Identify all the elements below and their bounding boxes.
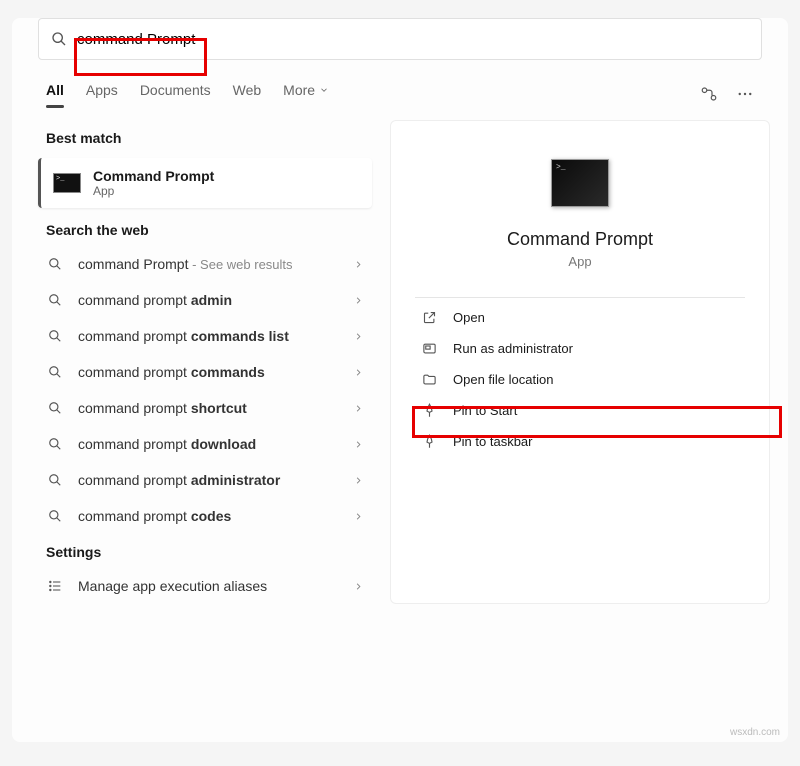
results-panel: Best match Command Prompt App Search the… bbox=[30, 120, 380, 604]
more-options-icon[interactable] bbox=[736, 85, 754, 103]
chevron-right-icon bbox=[353, 403, 364, 414]
chevron-right-icon bbox=[353, 475, 364, 486]
best-match-title: Command Prompt bbox=[93, 168, 214, 184]
tab-documents[interactable]: Documents bbox=[140, 82, 211, 106]
search-icon bbox=[46, 257, 64, 271]
action-label: Pin to Start bbox=[453, 403, 517, 418]
web-result[interactable]: command prompt download bbox=[30, 426, 380, 462]
best-match-subtitle: App bbox=[93, 184, 214, 198]
tab-more-label: More bbox=[283, 82, 315, 98]
web-result[interactable]: command Prompt - See web results bbox=[30, 246, 380, 282]
watermark: wsxdn.com bbox=[730, 727, 780, 738]
web-result[interactable]: command prompt shortcut bbox=[30, 390, 380, 426]
open-icon bbox=[419, 310, 439, 325]
shield-icon bbox=[419, 341, 439, 356]
web-result-text: command prompt commands list bbox=[78, 328, 345, 344]
chevron-down-icon bbox=[319, 85, 329, 95]
search-bar[interactable] bbox=[38, 18, 762, 60]
web-result-text: command prompt shortcut bbox=[78, 400, 345, 416]
search-input[interactable] bbox=[77, 31, 749, 48]
tabs-row: All Apps Documents Web More bbox=[12, 60, 788, 106]
preview-icon-wrap bbox=[411, 141, 749, 213]
web-result-text: command prompt admin bbox=[78, 292, 345, 308]
action-label: Pin to taskbar bbox=[453, 434, 533, 449]
search-icon bbox=[46, 473, 64, 487]
search-icon bbox=[46, 293, 64, 307]
action-run-as-admin[interactable]: Run as administrator bbox=[411, 333, 749, 364]
search-icon bbox=[46, 509, 64, 523]
action-open[interactable]: Open bbox=[411, 302, 749, 333]
web-result[interactable]: command prompt administrator bbox=[30, 462, 380, 498]
chevron-right-icon bbox=[353, 511, 364, 522]
settings-list-icon bbox=[46, 578, 64, 594]
search-icon bbox=[46, 365, 64, 379]
tab-more[interactable]: More bbox=[283, 82, 329, 106]
chevron-right-icon bbox=[353, 439, 364, 450]
chevron-right-icon bbox=[353, 295, 364, 306]
command-prompt-large-icon bbox=[551, 159, 609, 207]
action-label: Open file location bbox=[453, 372, 553, 387]
folder-icon bbox=[419, 372, 439, 387]
action-label: Run as administrator bbox=[453, 341, 573, 356]
preview-panel: Command Prompt App Open Run as administr… bbox=[390, 120, 770, 604]
web-result-text: command prompt commands bbox=[78, 364, 345, 380]
best-match-item[interactable]: Command Prompt App bbox=[38, 158, 372, 208]
chevron-right-icon bbox=[353, 331, 364, 342]
action-pin-taskbar[interactable]: Pin to taskbar bbox=[411, 426, 749, 457]
web-result-text: command prompt codes bbox=[78, 508, 345, 524]
flow-icon[interactable] bbox=[700, 85, 718, 103]
section-search-web: Search the web bbox=[30, 212, 380, 246]
settings-item[interactable]: Manage app execution aliases bbox=[30, 568, 380, 604]
chevron-right-icon bbox=[353, 367, 364, 378]
web-result[interactable]: command prompt admin bbox=[30, 282, 380, 318]
web-result-text: command prompt download bbox=[78, 436, 345, 452]
section-settings: Settings bbox=[30, 534, 380, 568]
search-icon bbox=[46, 401, 64, 415]
web-result[interactable]: command prompt commands bbox=[30, 354, 380, 390]
chevron-right-icon bbox=[353, 259, 364, 270]
search-icon bbox=[46, 329, 64, 343]
web-result-text: command prompt administrator bbox=[78, 472, 345, 488]
web-result-text: command Prompt - See web results bbox=[78, 256, 345, 272]
tab-web[interactable]: Web bbox=[233, 82, 262, 106]
tab-apps[interactable]: Apps bbox=[86, 82, 118, 106]
start-search-window: All Apps Documents Web More Best match C… bbox=[12, 18, 788, 742]
action-pin-start[interactable]: Pin to Start bbox=[411, 395, 749, 426]
chevron-right-icon bbox=[353, 581, 364, 592]
web-result[interactable]: command prompt commands list bbox=[30, 318, 380, 354]
web-result[interactable]: command prompt codes bbox=[30, 498, 380, 534]
action-open-location[interactable]: Open file location bbox=[411, 364, 749, 395]
action-label: Open bbox=[453, 310, 485, 325]
content-area: Best match Command Prompt App Search the… bbox=[12, 106, 788, 604]
section-best-match: Best match bbox=[30, 120, 380, 154]
preview-subtitle: App bbox=[411, 254, 749, 269]
tab-all[interactable]: All bbox=[46, 82, 64, 106]
settings-item-text: Manage app execution aliases bbox=[78, 578, 345, 594]
preview-title: Command Prompt bbox=[411, 229, 749, 250]
search-icon bbox=[51, 31, 67, 47]
pin-icon bbox=[419, 434, 439, 449]
command-prompt-icon bbox=[53, 173, 81, 193]
divider bbox=[415, 297, 745, 298]
search-icon bbox=[46, 437, 64, 451]
pin-icon bbox=[419, 403, 439, 418]
